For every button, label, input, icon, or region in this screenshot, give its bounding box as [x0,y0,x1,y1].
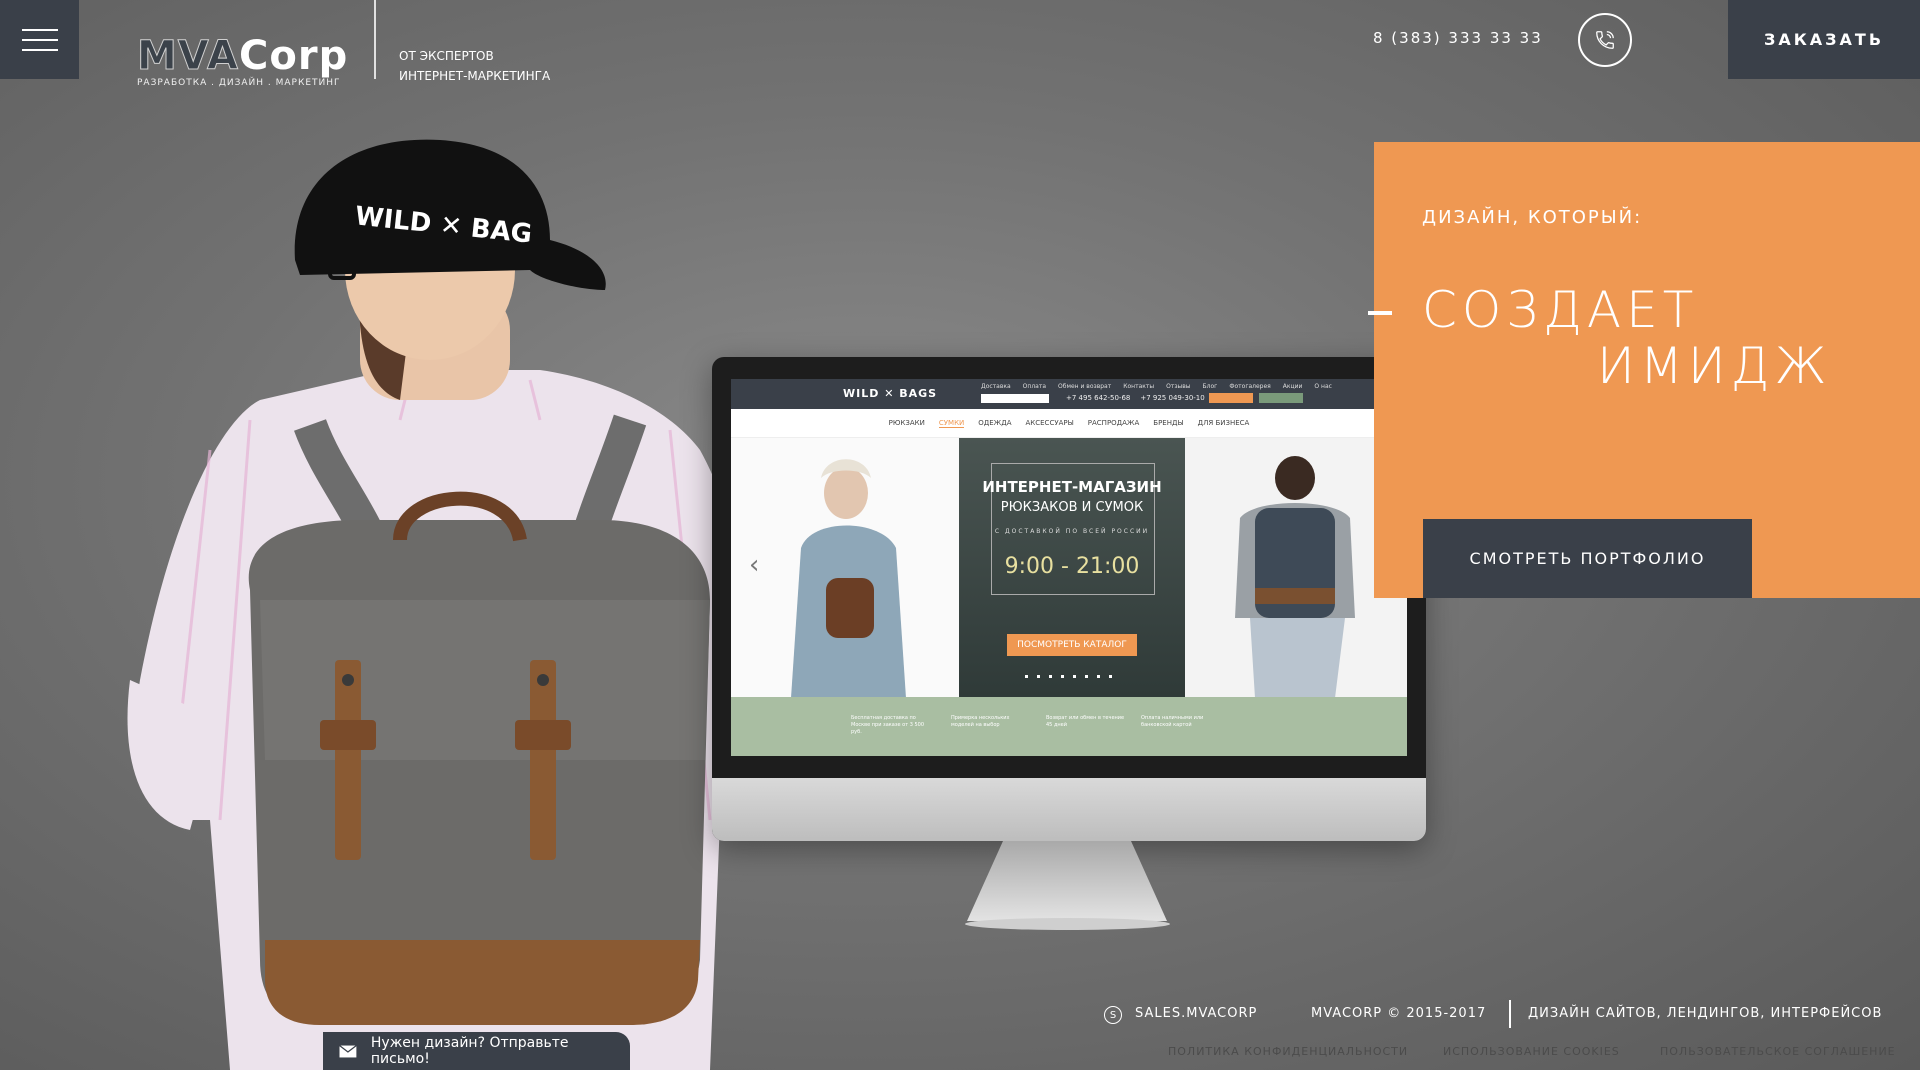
hero-dash [1368,311,1392,315]
monitor: WILD ✕ BAGS Доставка Оплата Обмен и возв… [712,357,1426,841]
preview-nav: РЮКЗАКИ СУМКИ ОДЕЖДА АКСЕССУАРЫ РАСПРОДА… [731,409,1407,438]
hamburger-icon [21,28,58,31]
footer-services: ДИЗАЙН САЙТОВ, ЛЕНДИНГОВ, ИНТЕРФЕЙСОВ [1528,1006,1883,1021]
mail-cta-label: Нужен дизайн? Отправьте письмо! [370,1035,569,1067]
privacy-link[interactable]: ПОЛИТИКА КОНФИДЕНЦИАЛЬНОСТИ [1168,1045,1408,1058]
agreement-link[interactable]: ПОЛЬЗОВАТЕЛЬСКОЕ СОГЛАШЕНИЕ [1660,1045,1896,1058]
monitor-stand [967,841,1167,921]
monitor-base [965,918,1170,930]
man-with-backpack-image: WILD ✕ BAG [127,139,768,1070]
preview-carousel-dots [1025,675,1112,678]
preview-woman-image: ‹ [731,438,959,698]
website-preview-screen: WILD ✕ BAGS Доставка Оплата Обмен и возв… [731,379,1407,756]
skype-icon: S [1104,1006,1122,1024]
preview-menu: Доставка Оплата Обмен и возврат Контакты… [981,383,1332,390]
header-divider [374,0,376,79]
footer-divider [1509,1000,1511,1028]
preview-button-orange [1209,393,1253,403]
logo[interactable]: MVACorp РАЗРАБОТКА . ДИЗАЙН . МАРКЕТИНГ [136,33,349,89]
preview-phones: +7 495 642-50-68 +7 925 049-30-10 [1066,394,1205,402]
cookies-link[interactable]: ИСПОЛЬЗОВАНИЕ COOKIES [1443,1045,1620,1058]
phone-number[interactable]: 8 (383) 333 33 33 [1373,29,1543,47]
preview-banner-center: ИНТЕРНЕТ-МАГАЗИН РЮКЗАКОВ И СУМОК С ДОСТ… [959,438,1185,698]
phone-icon [1596,31,1614,49]
monitor-chin [712,778,1426,841]
preview-logo: WILD ✕ BAGS [843,387,938,400]
preview-top-bar: WILD ✕ BAGS Доставка Оплата Обмен и возв… [731,379,1407,409]
mail-cta-button[interactable]: Нужен дизайн? Отправьте письмо! [323,1032,630,1070]
preview-search-input [981,394,1049,403]
portfolio-button[interactable]: СМОТРЕТЬ ПОРТФОЛИО [1423,519,1752,598]
copyright: MVACORP © 2015-2017 [1311,1006,1487,1021]
call-button[interactable] [1578,13,1632,67]
skype-link[interactable]: SALES.MVACORP [1135,1006,1257,1021]
hero-title: СОЗДАЕТ ИМИДЖ [1422,281,1832,395]
envelope-icon [339,1044,357,1057]
preview-button-green [1259,393,1303,403]
menu-button[interactable] [0,0,79,79]
logo-corp: Corp [239,33,349,79]
preview-catalog-button: ПОСМОТРЕТЬ КАТАЛОГ [1007,634,1137,656]
svg-text:‹: ‹ [749,550,759,580]
tagline: ОТ ЭКСПЕРТОВ ИНТЕРНЕТ-МАРКЕТИНГА [399,49,551,83]
preview-banner: ‹ ИНТЕРНЕТ-МАГАЗИН РЮКЗАКОВ И СУМОК С ДО… [731,438,1407,698]
preview-features-bar: Бесплатная доставка по Москве при заказе… [731,697,1407,756]
order-button[interactable]: ЗАКАЗАТЬ [1728,0,1920,79]
hero-kicker: ДИЗАЙН, КОТОРЫЙ: [1422,207,1643,228]
logo-subtitle: РАЗРАБОТКА . ДИЗАЙН . МАРКЕТИНГ [137,78,341,88]
logo-mva: MVA [136,33,240,79]
